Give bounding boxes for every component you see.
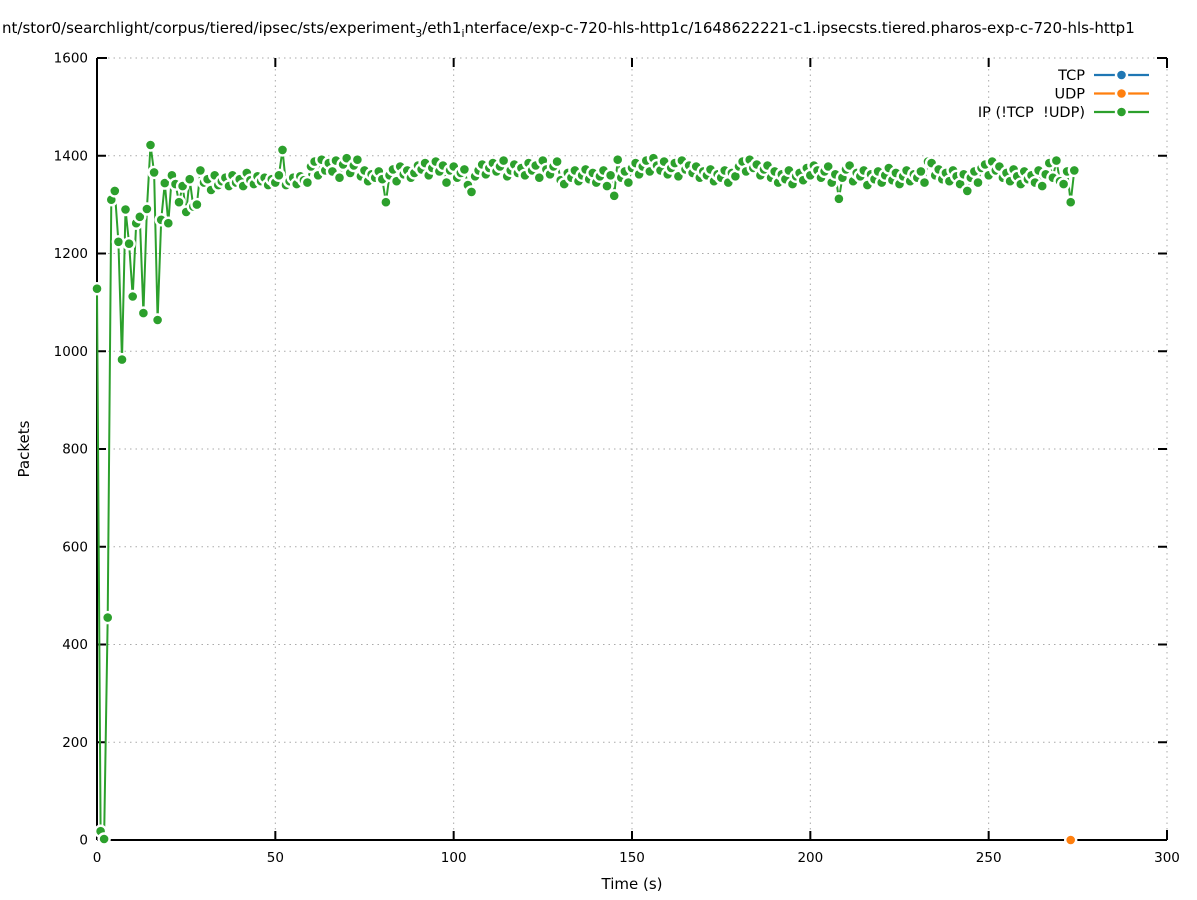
data-point — [917, 175, 932, 190]
legend-label: TCP — [1057, 68, 1085, 84]
data-point — [1035, 179, 1049, 193]
x-tick-label: 0 — [93, 850, 102, 866]
data-point — [379, 195, 393, 209]
series-line — [96, 144, 1076, 840]
y-tick-label: 400 — [62, 637, 88, 653]
data-point — [350, 152, 365, 167]
data-point — [464, 185, 479, 199]
x-tick-label: 250 — [976, 850, 1002, 866]
legend-sample-marker — [1114, 68, 1129, 82]
data-point — [122, 236, 136, 251]
data-point — [150, 313, 165, 327]
data-point — [607, 189, 621, 203]
data-point — [1049, 153, 1064, 168]
data-point — [960, 184, 974, 198]
data-point — [832, 192, 846, 206]
data-point — [621, 175, 636, 190]
data-point — [97, 832, 111, 846]
y-tick-label: 1200 — [54, 246, 88, 262]
data-point — [439, 175, 454, 190]
data-point — [190, 197, 204, 212]
legend-label: UDP — [1054, 87, 1085, 103]
title-text: nt/stor0/searchlight/corpus/tiered/ipsec… — [2, 19, 416, 37]
data-point — [140, 202, 154, 216]
legend-item-ip-tcp-udp: IP (!TCP !UDP) — [978, 105, 1149, 121]
y-tick-label: 600 — [62, 539, 88, 555]
data-point — [1067, 163, 1082, 178]
y-axis-label: Packets — [15, 420, 33, 478]
data-point — [550, 154, 564, 169]
data-point — [611, 152, 625, 167]
data-point — [603, 168, 618, 183]
data-point — [332, 170, 347, 185]
data-point — [600, 179, 614, 193]
y-tick-label: 0 — [79, 833, 88, 849]
data-point — [136, 306, 151, 320]
data-point — [496, 153, 511, 168]
data-point — [914, 164, 928, 179]
x-tick-label: 50 — [267, 850, 284, 866]
data-point — [1063, 833, 1078, 847]
series-udp — [1063, 833, 1078, 847]
data-point — [118, 202, 133, 217]
x-tick-label: 300 — [1154, 850, 1180, 866]
data-point — [182, 172, 197, 186]
legend-item-udp: UDP — [1054, 87, 1149, 103]
series-ip-tcp-udp — [90, 138, 1082, 846]
data-point — [1063, 195, 1078, 209]
x-tick-label: 200 — [797, 850, 823, 866]
legend-sample-marker — [1114, 86, 1129, 101]
x-tick-label: 150 — [619, 850, 645, 866]
data-point — [172, 195, 186, 209]
data-point — [457, 162, 472, 177]
data-point — [108, 184, 122, 198]
data-point — [275, 143, 290, 157]
data-point — [115, 352, 129, 367]
title-text: /eth1 — [422, 19, 462, 37]
y-tick-label: 1600 — [54, 51, 88, 67]
data-point — [111, 235, 126, 249]
legend: TCP UDP IP (!TCP !UDP) — [978, 68, 1149, 121]
chart-page: { "title_segments": { "seg1": "nt/stor0/… — [0, 0, 1197, 900]
data-point — [125, 289, 140, 304]
y-tick-label: 800 — [62, 442, 88, 458]
data-point — [100, 610, 115, 625]
data-point — [90, 282, 104, 296]
x-axis-label: Time (s) — [601, 875, 663, 893]
data-point — [971, 175, 985, 190]
data-point — [143, 138, 158, 152]
y-tick-label: 200 — [62, 735, 88, 751]
legend-label: IP (!TCP !UDP) — [978, 105, 1085, 121]
y-tick-label: 1400 — [54, 148, 88, 164]
data-point — [300, 175, 315, 190]
data-point — [161, 216, 176, 230]
plot-canvas: 0 50 100 150 200 250 300 0 200 400 600 800 1000 1200 1… — [54, 51, 1180, 867]
legend-item-tcp: TCP — [1057, 68, 1149, 84]
x-tick-label: 100 — [441, 850, 467, 866]
data-point — [147, 165, 161, 180]
data-point — [272, 168, 286, 183]
y-tick-label: 1000 — [54, 344, 88, 360]
legend-sample-marker — [1114, 105, 1129, 119]
title-text: nterface/exp-c-720-hls-http1c/1648622221… — [464, 19, 1135, 37]
data-point — [1056, 177, 1071, 191]
chart-title: nt/stor0/searchlight/corpus/tiered/ipsec… — [2, 19, 1135, 40]
